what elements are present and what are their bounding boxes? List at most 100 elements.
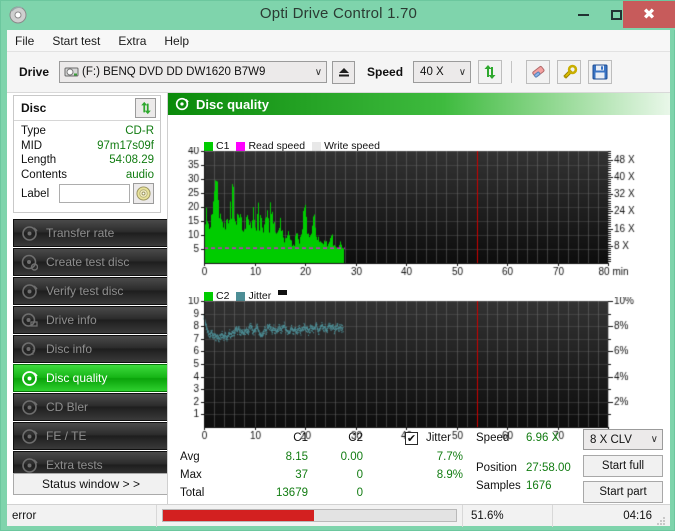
stats-header-jitter: Jitter (426, 432, 451, 444)
menu-extra[interactable]: Extra (118, 34, 146, 48)
elapsed-time: 04:16 (552, 504, 662, 527)
save-floppy-icon (592, 64, 608, 80)
samples-stat-label: Samples (476, 480, 521, 492)
sidebar-label: FE / TE (46, 429, 87, 443)
disc-label-input[interactable] (59, 184, 130, 203)
disc-row-mid: MID 97m17s09f (21, 140, 154, 152)
menu-start-test[interactable]: Start test (52, 34, 100, 48)
disc-extra-icon (21, 457, 38, 474)
disc-row-contents: Contents audio (21, 169, 154, 181)
disc-label-cd-button[interactable] (133, 183, 154, 204)
refresh-button[interactable] (478, 60, 503, 84)
status-window-button[interactable]: Status window > > (13, 473, 169, 495)
position-stat-value: 27:58.00 (526, 462, 571, 474)
erase-button[interactable] (526, 60, 551, 84)
disc-row-type: Type CD-R (21, 125, 154, 137)
chart1-canvas (168, 147, 671, 282)
disc-rows: Type CD-R MID 97m17s09f Length 54:08.29 … (14, 121, 160, 204)
disc-header-label: Disc (21, 101, 47, 115)
toolbar: Drive (F:) BENQ DVD DD DW1620 B7W9 ∨ Spe… (7, 52, 670, 93)
stats-max-jitter: 8.9% (436, 469, 463, 481)
sidebar-item-verify-test-disc[interactable]: Verify test disc (13, 277, 169, 305)
disc-key-length: Length (21, 154, 57, 166)
speed-stat-value: 6.96 X (526, 432, 560, 444)
disc-test-icon (21, 225, 38, 242)
disc-info-icon: i (21, 341, 38, 358)
resize-grip-icon[interactable] (656, 513, 666, 525)
disc-row-length: Length 54:08.29 (21, 154, 154, 166)
panel-title: Disc quality (196, 96, 269, 112)
tools-button[interactable] (557, 60, 582, 84)
disc-value-length: 54:08.29 (109, 154, 154, 166)
chevron-down-icon: ∨ (650, 434, 658, 445)
left-column: Disc Type CD-R MID 97m17s09f Length 54:0… (7, 93, 169, 504)
disc-create-icon (21, 254, 39, 271)
jitter-checkbox[interactable]: ✔ (405, 432, 418, 445)
app-window: Opti Drive Control 1.70 ✖ File Start tes… (0, 0, 675, 531)
start-full-button[interactable]: Start full (583, 455, 663, 477)
svg-text:i: i (32, 347, 34, 357)
samples-stat-value: 1676 (526, 480, 552, 492)
eject-icon (338, 68, 349, 77)
start-part-button[interactable]: Start part (583, 481, 663, 503)
chevron-down-icon: ∨ (458, 66, 467, 78)
disc-refresh-button[interactable] (135, 98, 156, 118)
disc-quality-icon (175, 97, 189, 111)
close-button[interactable]: ✖ (623, 1, 675, 28)
sidebar-item-create-test-disc[interactable]: Create test disc (13, 248, 169, 276)
progress-track (162, 509, 457, 522)
menu-help[interactable]: Help (164, 34, 189, 48)
disc-fete-icon (21, 428, 38, 445)
status-bar: error 51.6% 04:16 (7, 504, 670, 527)
stats-avg-jitter: 7.7% (436, 451, 463, 463)
stats-header-c1: C1 (293, 432, 308, 444)
content-area: Disc Type CD-R MID 97m17s09f Length 54:0… (7, 93, 671, 504)
write-strategy-select[interactable]: 8 X CLV ∨ (583, 429, 663, 450)
status-message: error (7, 504, 157, 527)
menu-file[interactable]: File (15, 34, 34, 48)
drive-select[interactable]: (F:) BENQ DVD DD DW1620 B7W9 ∨ (59, 61, 328, 83)
right-column: Disc quality C1 Read speed Write speed C… (167, 93, 671, 504)
minimize-icon (577, 13, 589, 16)
minimize-button[interactable] (568, 1, 598, 28)
stats-row-label-avg: Avg (180, 451, 200, 463)
sidebar-item-fe-te[interactable]: FE / TE (13, 422, 169, 450)
drive-label: Drive (19, 65, 50, 79)
progress-percent-text: 51.6% (462, 504, 552, 527)
sidebar-item-transfer-rate[interactable]: Transfer rate (13, 219, 169, 247)
disc-quality-icon (21, 370, 38, 387)
sidebar-label: Verify test disc (46, 284, 124, 298)
speed-label: Speed (367, 65, 404, 79)
sidebar-label: Drive info (46, 313, 97, 327)
write-strategy-value: 8 X CLV (590, 433, 632, 446)
disc-label-row: Label (21, 183, 154, 204)
sidebar-item-disc-info[interactable]: i Disc info (13, 335, 169, 363)
sidebar-nav: Transfer rate Create test disc Verify te… (13, 219, 169, 480)
sidebar-item-drive-info[interactable]: Drive info (13, 306, 169, 334)
sidebar-label: Create test disc (46, 255, 130, 269)
save-button[interactable] (588, 60, 613, 84)
disc-label-key: Label (21, 187, 50, 200)
wrench-icon (562, 64, 577, 79)
disc-key-contents: Contents (21, 168, 68, 181)
sidebar-label: Extra tests (46, 458, 103, 472)
chart2-canvas (168, 297, 671, 449)
stats-avg-c2: 0.00 (340, 451, 363, 463)
position-stat-label: Position (476, 462, 517, 474)
eject-button[interactable] (332, 60, 356, 84)
stats-panel: C1 C2 ✔ Jitter Avg 8.15 0.00 7.7% Max 37… (168, 429, 671, 504)
disc-bler-icon (21, 399, 38, 416)
disc-drive-icon (21, 312, 38, 329)
disc-key-type: Type (21, 125, 46, 137)
stats-max-c2: 0 (356, 469, 363, 481)
speed-select[interactable]: 40 X ∨ (413, 61, 472, 83)
close-icon: ✖ (642, 5, 656, 23)
stats-max-c1: 37 (295, 469, 308, 481)
sidebar-label: Disc quality (46, 371, 108, 385)
refresh-icon (140, 101, 151, 115)
progress-fill (163, 510, 315, 521)
speed-stat-label: Speed (476, 432, 510, 444)
sidebar-item-disc-quality[interactable]: Disc quality (13, 364, 169, 392)
toolbar-separator (511, 61, 513, 83)
sidebar-item-cd-bler[interactable]: CD Bler (13, 393, 169, 421)
